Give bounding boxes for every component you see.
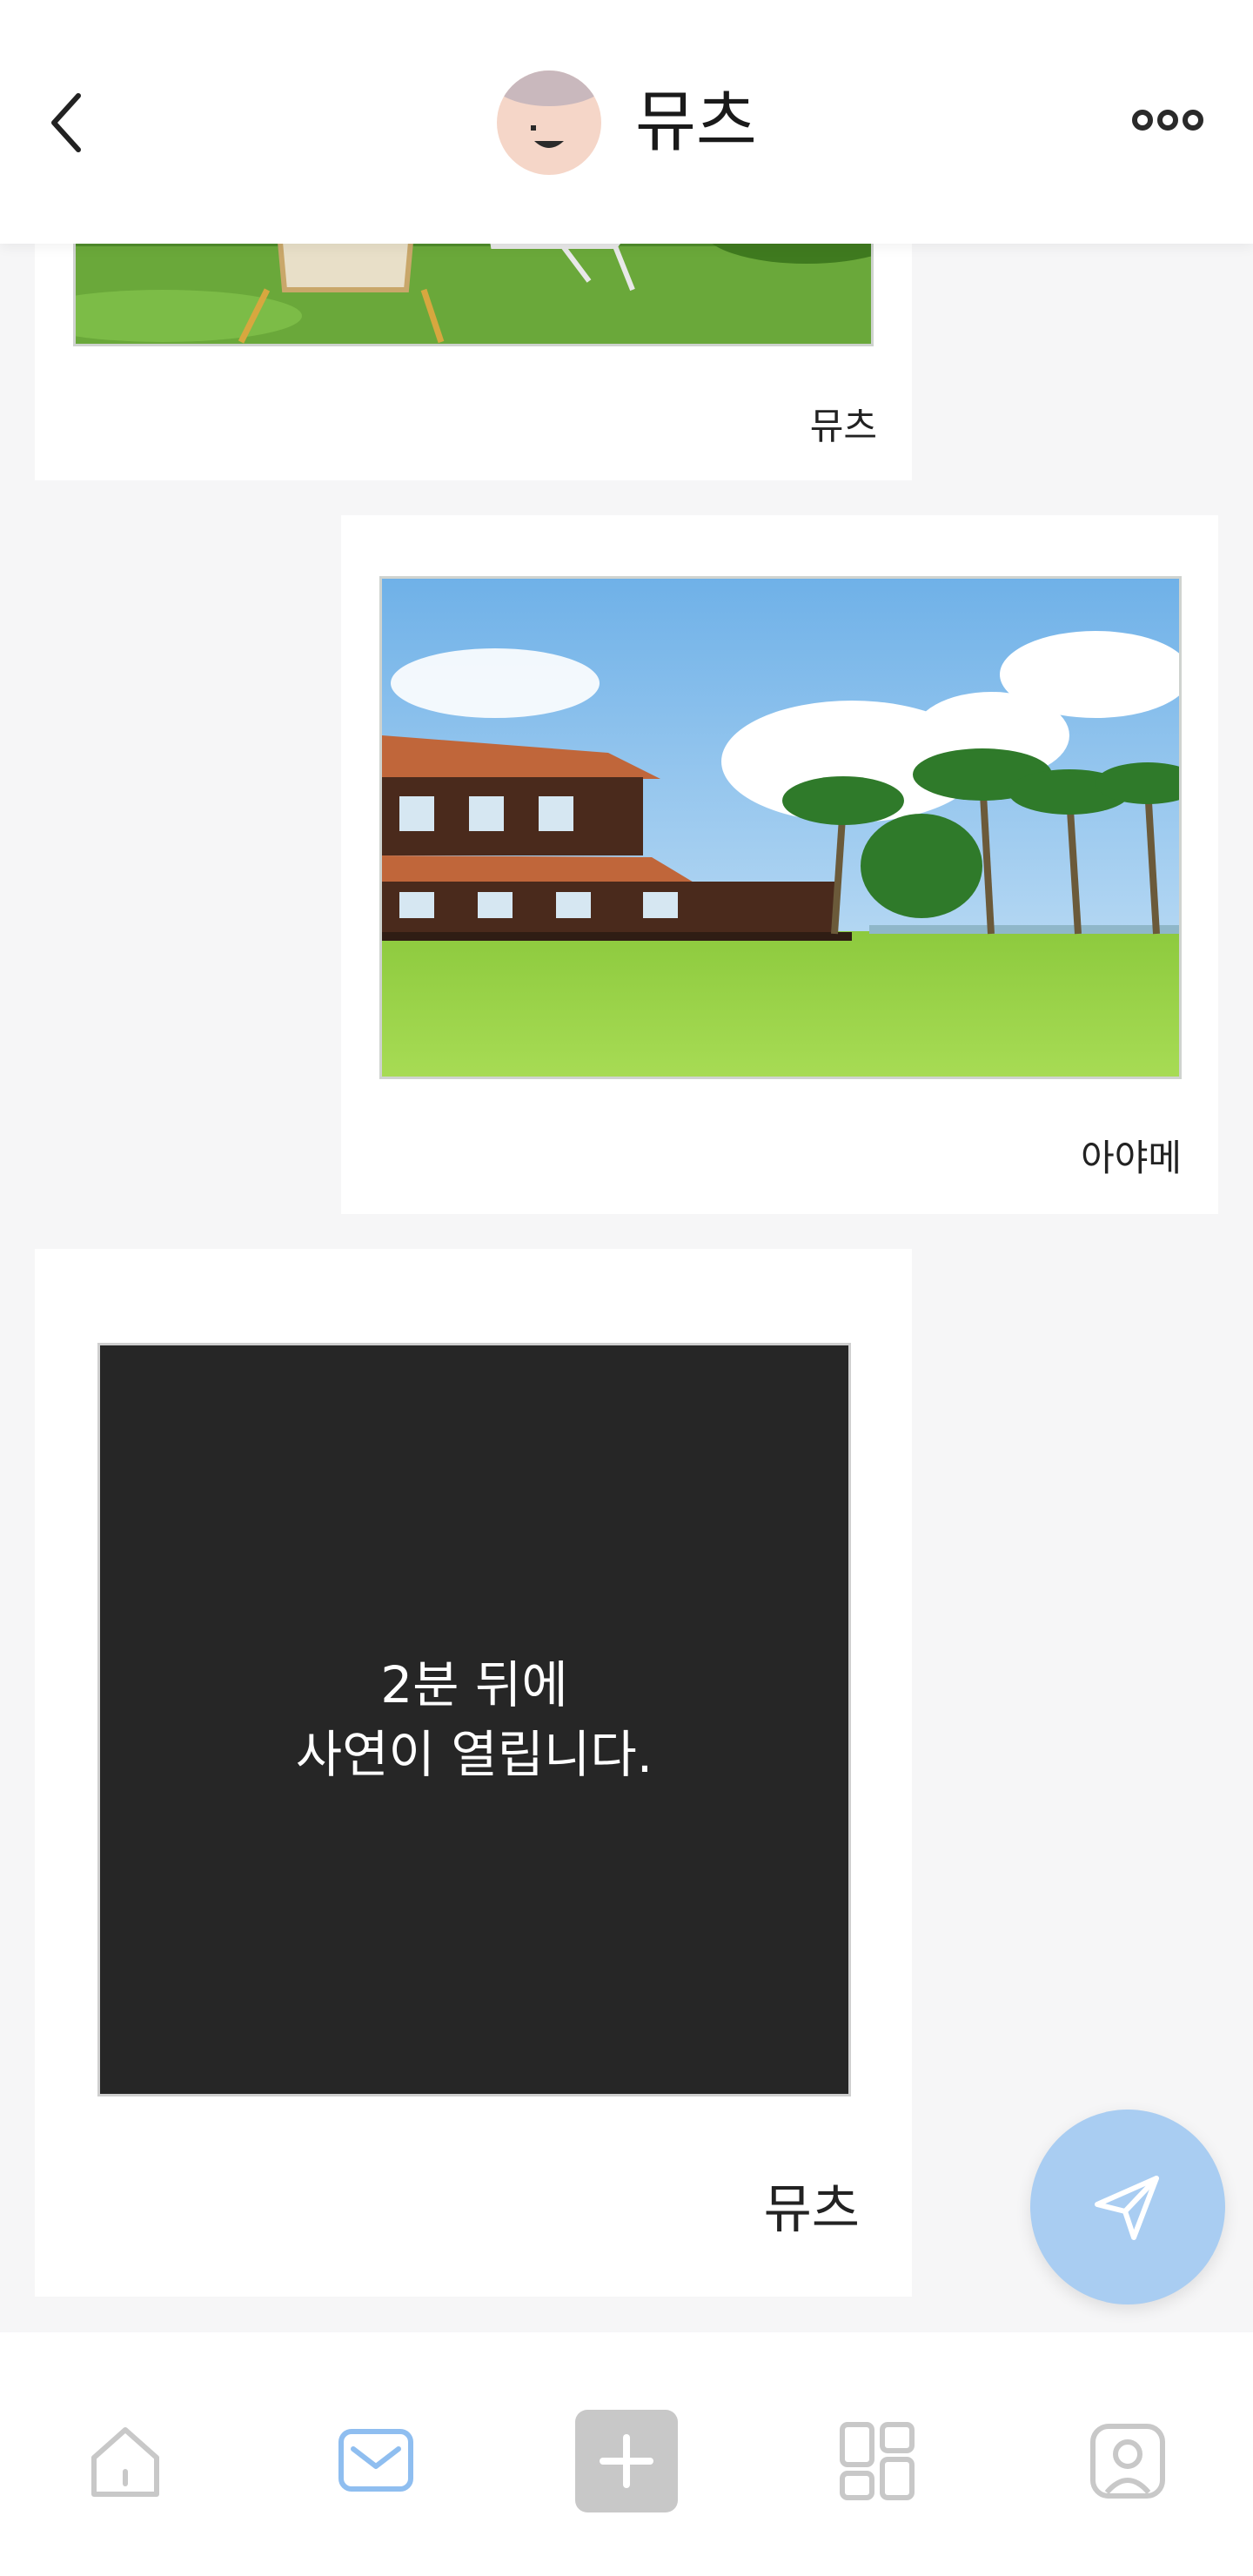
tab-home[interactable] bbox=[73, 2409, 178, 2513]
send-button[interactable] bbox=[1030, 2110, 1225, 2304]
sender-name: 뮤츠 bbox=[809, 405, 877, 447]
message-photo[interactable] bbox=[379, 576, 1182, 1079]
more-horizontal-icon bbox=[1132, 110, 1203, 131]
bottom-tab-bar bbox=[0, 2332, 1253, 2576]
sender-name: 아야메 bbox=[1081, 1137, 1182, 1179]
smiling-face-avatar bbox=[497, 70, 601, 175]
avatar[interactable] bbox=[496, 70, 602, 176]
locked-message-text: 2분 뒤에 사연이 열립니다. bbox=[100, 1345, 848, 2094]
home-icon bbox=[91, 2427, 159, 2497]
user-icon bbox=[1090, 2424, 1165, 2499]
mail-icon bbox=[338, 2429, 413, 2492]
paper-plane-icon bbox=[1095, 2176, 1159, 2240]
more-button[interactable] bbox=[1131, 103, 1204, 138]
chat-header: 뮤츠 bbox=[0, 0, 1253, 244]
chat-title: 뮤츠 bbox=[635, 83, 757, 160]
locked-message[interactable]: 2분 뒤에 사연이 열립니다. bbox=[97, 1343, 851, 2096]
tab-inbox[interactable] bbox=[324, 2409, 428, 2513]
grid-icon bbox=[840, 2422, 915, 2500]
locked-text-line2: 사연이 열립니다. bbox=[295, 1725, 653, 1784]
plus-icon bbox=[575, 2410, 678, 2512]
message-card[interactable]: 2분 뒤에 사연이 열립니다. 뮤츠 bbox=[35, 1249, 912, 2297]
message-card[interactable]: 아야메 bbox=[341, 515, 1218, 1214]
chevron-left-icon bbox=[51, 93, 81, 152]
resort-photo bbox=[382, 579, 1179, 1077]
tab-apps[interactable] bbox=[825, 2409, 929, 2513]
tab-add[interactable] bbox=[574, 2409, 679, 2513]
back-button[interactable] bbox=[42, 84, 94, 162]
locked-text-line1: 2분 뒤에 bbox=[380, 1655, 568, 1714]
tab-profile[interactable] bbox=[1075, 2409, 1180, 2513]
sender-name: 뮤츠 bbox=[763, 2179, 860, 2240]
